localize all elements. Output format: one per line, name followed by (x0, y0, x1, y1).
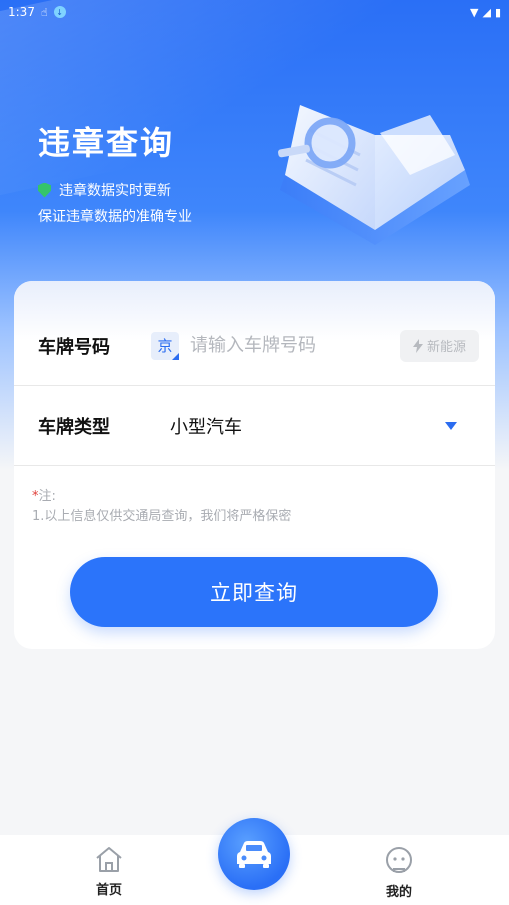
tab-mine-label: 我的 (385, 885, 412, 900)
plate-type-value[interactable]: 小型汽车 (170, 413, 242, 439)
dropdown-arrow-icon[interactable] (445, 421, 457, 430)
wifi-icon: ▼ (470, 5, 479, 19)
note-title-text: 注: (38, 489, 56, 504)
new-energy-label: 新能源 (426, 340, 466, 355)
book-magnifier-illustration (278, 105, 470, 245)
query-now-button[interactable]: 立即查询 (70, 557, 438, 627)
page-title: 违章查询 (38, 124, 175, 162)
tab-mine[interactable]: 我的 (359, 845, 439, 900)
status-time: 1:37 (8, 5, 35, 19)
new-energy-button[interactable]: 新能源 (400, 329, 479, 362)
signal-icon: ◢ (482, 5, 491, 19)
province-selector[interactable]: 京 (151, 331, 179, 360)
plate-number-label: 车牌号码 (38, 336, 110, 358)
plate-number-row: 车牌号码 京 新能源 (14, 306, 495, 386)
plate-type-row[interactable]: 车牌类型 小型汽车 (14, 386, 495, 466)
touch-icon: ☝ (40, 5, 48, 19)
tab-home[interactable]: 首页 (69, 845, 149, 898)
query-form-card: 车牌号码 京 新能源 车牌类型 小型汽车 *注: 1.以上信息仅供交通局查询，我… (14, 281, 495, 649)
lightning-icon (412, 338, 423, 353)
hero-feature-2: 保证违章数据的准确专业 (38, 209, 192, 225)
shield-check-icon (38, 182, 51, 198)
hero-feature-1-text: 违章数据实时更新 (59, 183, 171, 199)
province-value: 京 (157, 337, 173, 355)
plate-number-input[interactable] (190, 330, 390, 361)
note-block: *注: 1.以上信息仅供交通局查询，我们将严格保密 (32, 487, 291, 527)
battery-icon: ▮ (494, 5, 501, 19)
plate-type-label: 车牌类型 (38, 416, 110, 438)
hero-feature-1: 违章数据实时更新 (38, 180, 171, 200)
note-line: 1.以上信息仅供交通局查询，我们将严格保密 (32, 509, 292, 524)
car-icon (237, 841, 271, 868)
center-car-button[interactable] (218, 818, 290, 890)
home-icon (96, 847, 122, 872)
status-bar: 1:37 ☝ ↓ ▼ ◢ ▮ (0, 0, 509, 24)
download-icon: ↓ (53, 6, 66, 18)
note-title: *注: (32, 487, 291, 507)
status-right: ▼ ◢ ▮ (470, 6, 501, 19)
province-corner-icon (172, 352, 179, 360)
user-face-icon (386, 847, 412, 873)
tab-home-label: 首页 (95, 883, 122, 898)
